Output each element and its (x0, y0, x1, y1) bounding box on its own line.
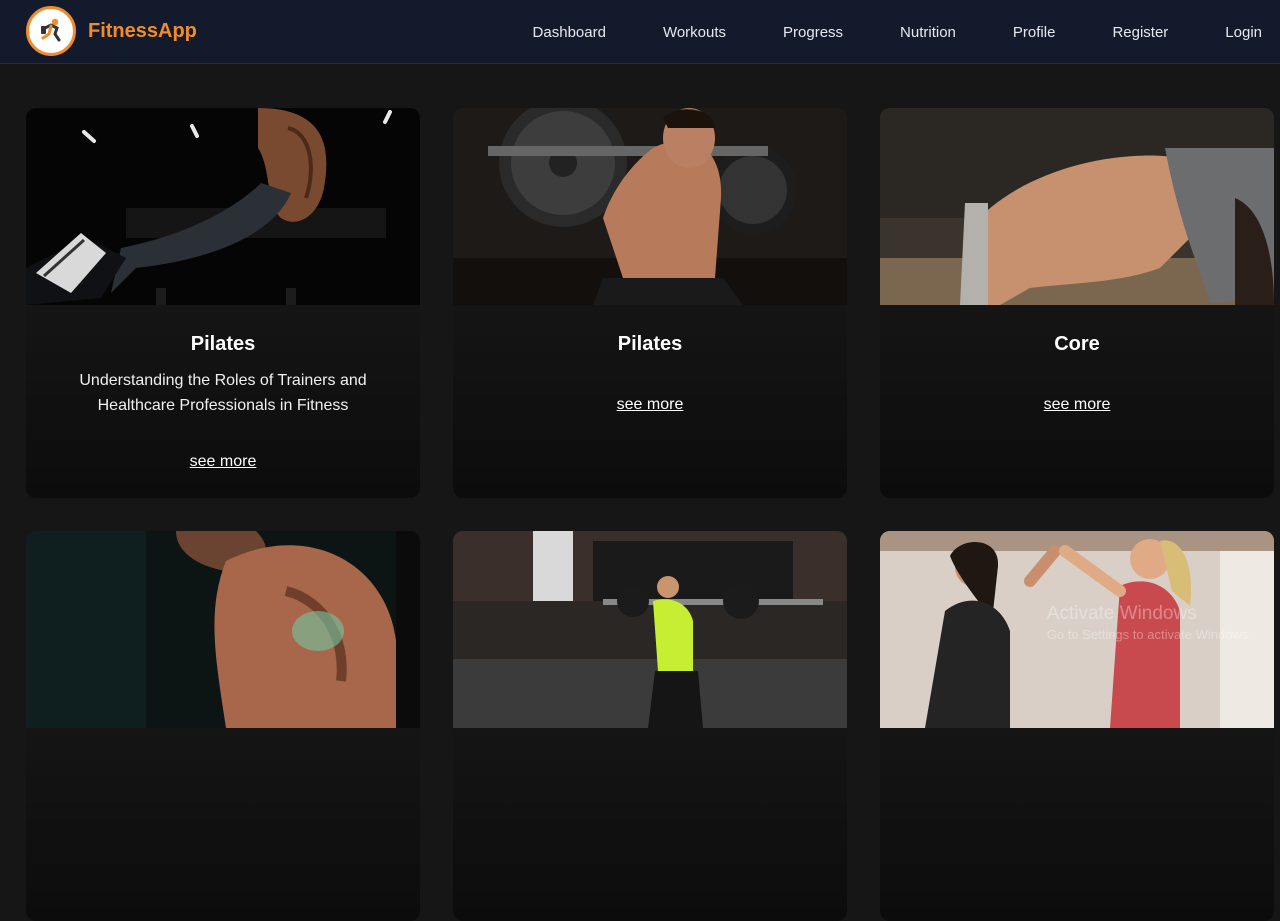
brand-name: FitnessApp (88, 19, 197, 42)
card-title: Core (1054, 333, 1100, 355)
see-more-link[interactable]: see more (26, 453, 420, 471)
nav-links: Dashboard Workouts Progress Nutrition Pr… (533, 0, 1262, 64)
gym-squat-woman-photo (453, 531, 847, 728)
pushup-photo (880, 108, 1274, 305)
card-body: Core see more (880, 305, 1274, 498)
see-more-link[interactable]: see more (880, 396, 1274, 414)
high-five-photo (880, 531, 1274, 728)
athlete-jump-photo (26, 108, 420, 305)
nav-login[interactable]: Login (1225, 24, 1262, 41)
nav-profile[interactable]: Profile (1013, 24, 1056, 41)
nav-nutrition[interactable]: Nutrition (900, 24, 956, 41)
card-body: Pilates Understanding the Roles of Train… (26, 305, 420, 498)
runner-logo-icon (26, 6, 76, 56)
card-description: Understanding the Roles of Trainers and … (79, 372, 367, 414)
muscular-back-photo (26, 531, 420, 728)
card-title: Pilates (617, 333, 683, 355)
brand-link[interactable]: FitnessApp (26, 6, 197, 56)
navbar: FitnessApp Dashboard Workouts Progress N… (0, 0, 1280, 64)
workout-card: Pilates Understanding the Roles of Train… (26, 108, 420, 498)
workout-card: Core see more (880, 108, 1274, 498)
card-body: Pilates see more (453, 305, 847, 498)
see-more-link[interactable]: see more (453, 396, 847, 414)
card-title: Pilates (190, 333, 256, 355)
nav-progress[interactable]: Progress (783, 24, 843, 41)
nav-dashboard[interactable]: Dashboard (533, 24, 606, 41)
workout-card (880, 531, 1274, 921)
nav-workouts[interactable]: Workouts (663, 24, 726, 41)
nav-register[interactable]: Register (1112, 24, 1168, 41)
workout-card: Pilates see more (453, 108, 847, 498)
workout-card (453, 531, 847, 921)
barbell-squat-photo (453, 108, 847, 305)
workout-card (26, 531, 420, 921)
